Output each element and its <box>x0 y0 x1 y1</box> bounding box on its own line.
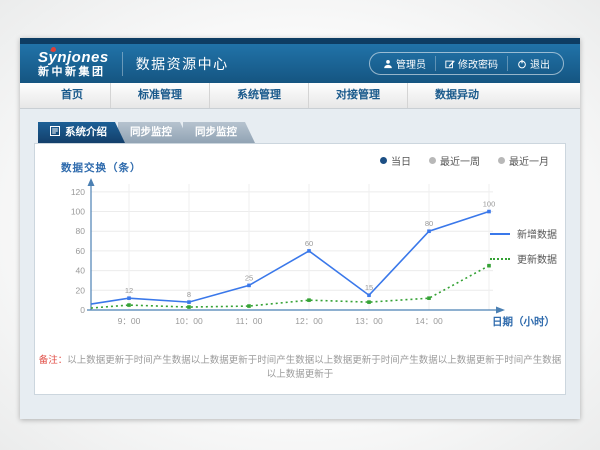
user-menu-logout-label: 退出 <box>530 56 550 71</box>
user-menu-logout[interactable]: 退出 <box>507 56 559 71</box>
user-menu-admin-label: 管理员 <box>396 56 426 71</box>
radio-dot-today[interactable] <box>380 157 387 164</box>
logo-company: 新中新集团 <box>38 66 109 79</box>
svg-text:0: 0 <box>80 305 85 315</box>
filter-today-label: 当日 <box>391 153 411 168</box>
nav-item-interface-mgmt[interactable]: 对接管理 <box>308 83 407 108</box>
footnote-prefix: 备注： <box>39 355 68 366</box>
svg-text:13：00: 13：00 <box>355 316 383 326</box>
user-menu: 管理员 修改密码 退出 <box>369 52 564 75</box>
chart-legend: 新增数据更新数据 <box>490 226 557 266</box>
logo: Synjones 新中新集团 <box>38 49 109 79</box>
tab-sync-monitor-1[interactable]: 同步监控 <box>118 122 190 143</box>
filter-last-week-label: 最近一周 <box>440 153 480 168</box>
radio-dot-last-week[interactable] <box>429 157 436 164</box>
chart-panel: 当日 最近一周 最近一月 数据交换（条） 0 20 40 60 80 100 120 9：00 10… <box>34 143 566 395</box>
user-menu-change-password[interactable]: 修改密码 <box>435 56 507 71</box>
svg-text:14：00: 14：00 <box>415 316 443 326</box>
legend-item-0: 新增数据 <box>490 226 557 241</box>
user-icon <box>383 59 393 69</box>
nav-item-system-mgmt[interactable]: 系统管理 <box>209 83 308 108</box>
header-divider <box>122 52 123 76</box>
tab-system-intro-label: 系统介绍 <box>65 126 107 138</box>
svg-text:80: 80 <box>76 226 86 236</box>
page-background: Synjones 新中新集团 数据资源中心 管理员修改密码退出 首页标准管理系统… <box>0 0 600 450</box>
svg-text:100: 100 <box>483 200 496 209</box>
tab-sync-monitor-2-label: 同步监控 <box>195 126 237 138</box>
app-header: Synjones 新中新集团 数据资源中心 管理员 修改密码 退出 <box>20 44 580 83</box>
tab-system-intro[interactable]: 系统介绍 <box>38 122 125 143</box>
filter-last-month-label: 最近一月 <box>509 153 549 168</box>
y-axis-label: 数据交换（条） <box>61 160 142 175</box>
app-window: Synjones 新中新集团 数据资源中心 管理员修改密码退出 首页标准管理系统… <box>20 38 580 419</box>
svg-text:80: 80 <box>425 219 433 228</box>
nav-item-standard-mgmt[interactable]: 标准管理 <box>110 83 209 108</box>
filter-today[interactable]: 当日 <box>380 153 411 168</box>
svg-text:20: 20 <box>76 285 86 295</box>
svg-text:10：00: 10：00 <box>175 316 203 326</box>
legend-line-swatch <box>490 233 510 235</box>
user-menu-change-password-label: 修改密码 <box>458 56 498 71</box>
tab-sync-monitor-1-label: 同步监控 <box>130 126 172 138</box>
tab-bar: 系统介绍 同步监控 同步监控 <box>38 122 566 143</box>
legend-line-swatch <box>490 258 510 260</box>
filter-last-month[interactable]: 最近一月 <box>498 153 549 168</box>
svg-text:100: 100 <box>71 207 85 217</box>
main-nav: 首页标准管理系统管理对接管理数据异动 <box>20 83 580 109</box>
svg-text:8: 8 <box>187 290 191 299</box>
power-icon <box>517 59 527 69</box>
footnote: 备注：以上数据更新于时间产生数据以上数据更新于时间产生数据以上数据更新于时间产生… <box>35 352 565 380</box>
document-icon <box>50 123 60 144</box>
user-menu-admin[interactable]: 管理员 <box>374 56 435 71</box>
x-axis-label: 日期（小时） <box>492 314 555 329</box>
legend-label: 更新数据 <box>517 251 557 266</box>
footnote-text: 以上数据更新于时间产生数据以上数据更新于时间产生数据以上数据更新于时间产生数据以… <box>67 355 561 380</box>
svg-text:60: 60 <box>305 239 313 248</box>
edit-icon <box>445 59 455 69</box>
nav-item-data-change[interactable]: 数据异动 <box>407 83 506 108</box>
legend-label: 新增数据 <box>517 226 557 241</box>
svg-text:120: 120 <box>71 187 85 197</box>
nav-item-home[interactable]: 首页 <box>34 83 110 108</box>
svg-text:15: 15 <box>365 283 373 292</box>
filter-last-week[interactable]: 最近一周 <box>429 153 480 168</box>
line-chart: 0 20 40 60 80 100 120 9：00 10：00 11：00 12：00 13：00 1… <box>41 174 521 344</box>
svg-text:25: 25 <box>245 273 253 282</box>
app-title: 数据资源中心 <box>136 54 229 74</box>
svg-text:12：00: 12：00 <box>295 316 323 326</box>
svg-text:40: 40 <box>76 266 86 276</box>
time-range-filters: 当日 最近一周 最近一月 <box>380 153 549 168</box>
svg-text:60: 60 <box>76 246 86 256</box>
radio-dot-last-month[interactable] <box>498 157 505 164</box>
legend-item-1: 更新数据 <box>490 251 557 266</box>
svg-text:11：00: 11：00 <box>236 316 263 326</box>
svg-text:9：00: 9：00 <box>118 316 141 326</box>
logo-brand: Synjones <box>38 49 109 66</box>
tab-sync-monitor-2[interactable]: 同步监控 <box>183 122 255 143</box>
content-area: 系统介绍 同步监控 同步监控 当日 最近一周 最近一月 数据交换（条） 0 20 40 60 8… <box>20 109 580 419</box>
svg-text:12: 12 <box>125 286 133 295</box>
